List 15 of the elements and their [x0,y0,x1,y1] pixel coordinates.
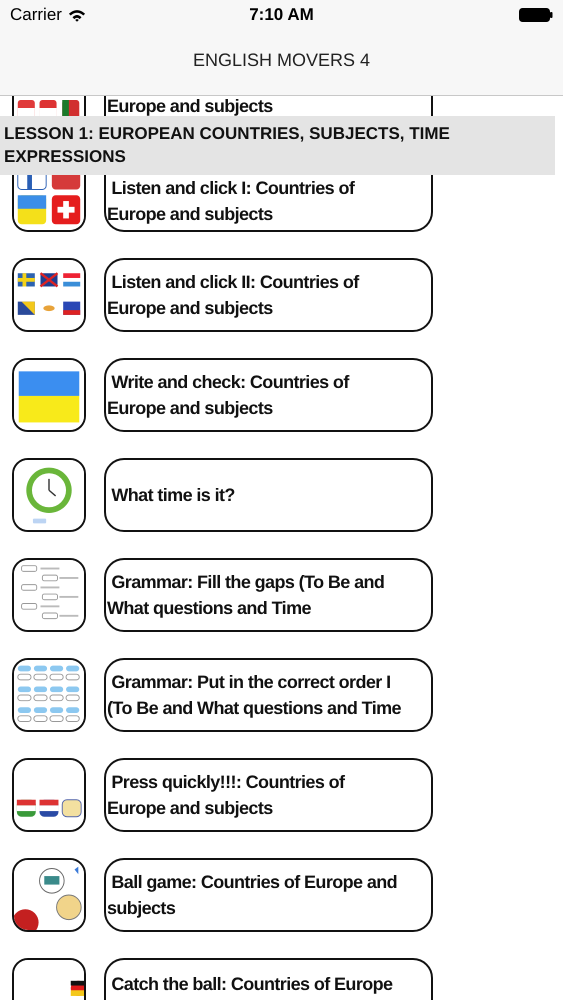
wifi-icon [68,8,86,22]
battery-icon [519,8,553,22]
section-header: LESSON 1: EUROPEAN COUNTRIES, SUBJECTS, TIME EXPRESSIONS [0,116,555,175]
activity-button[interactable]: Listen and click I: Countries of Europe and subjects [104,175,433,232]
activity-button[interactable]: Press quickly!!!: Countries of Europe and subjects [104,758,433,832]
activity-button[interactable]: Ball game: Countries of Europe and subjects [104,858,433,932]
activity-button[interactable]: Grammar: Put in the correct order I (To Be and What questions and Time [104,658,433,732]
activity-button[interactable]: Listen and click II: Countries of Europe and subjects [104,258,433,332]
activity-button[interactable]: What time is it? [104,458,433,532]
clock-time: 7:10 AM [249,5,314,25]
carrier-label: Carrier [10,5,62,25]
activity-button[interactable]: Write and check: Countries of Europe and subjects [104,358,433,432]
screen-title: ENGLISH MOVERS 4 [192,50,370,71]
activity-button[interactable]: Grammar: Fill the gaps (To Be and What questions and Time [104,558,433,632]
activity-button[interactable]: Catch the ball: Countries of Europe [104,958,433,1000]
